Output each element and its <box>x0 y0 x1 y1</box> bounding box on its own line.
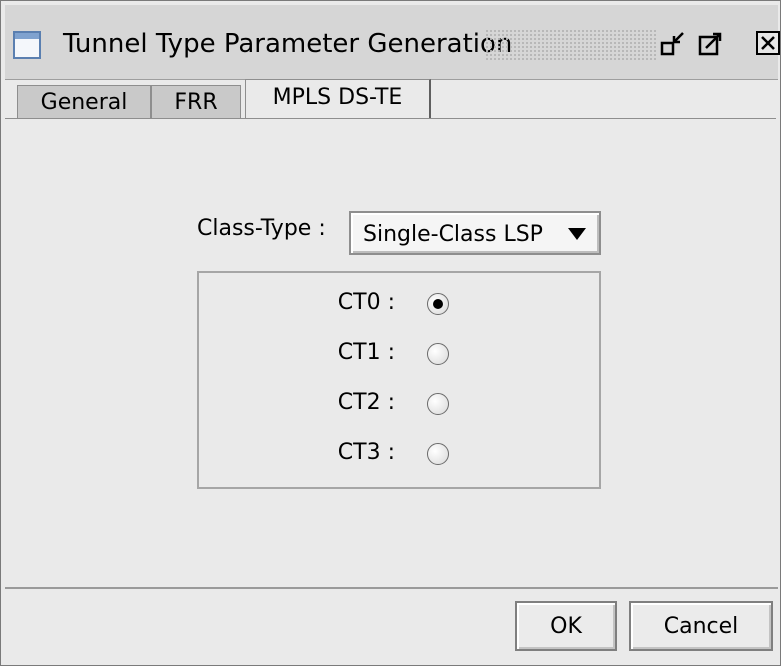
ct0-radio[interactable] <box>427 293 449 315</box>
ct0-label: CT0 : <box>337 290 395 315</box>
ct1-radio[interactable] <box>427 343 449 365</box>
ct3-radio[interactable] <box>427 443 449 465</box>
tab-content-panel: Class-Type : Single-Class LSP CT0 : CT1 … <box>5 118 776 589</box>
window-title: Tunnel Type Parameter Generation <box>63 29 513 59</box>
ct1-label: CT1 : <box>337 340 395 365</box>
ct-radio-group: CT0 : CT1 : CT2 : CT3 : <box>197 271 601 489</box>
ct2-label: CT2 : <box>337 390 395 415</box>
dialog-window: Tunnel Type Parameter Generation General… <box>0 0 781 666</box>
ct3-label: CT3 : <box>337 440 395 465</box>
ct2-row: CT2 : <box>199 387 599 421</box>
window-icon <box>13 31 41 59</box>
maximize-icon[interactable] <box>695 28 727 60</box>
tab-frr[interactable]: FRR <box>151 85 241 119</box>
tab-mpls-ds-te[interactable]: MPLS DS-TE <box>245 79 431 119</box>
ct2-radio[interactable] <box>427 393 449 415</box>
ok-button[interactable]: OK <box>515 601 617 651</box>
close-icon[interactable] <box>753 28 781 60</box>
title-bar-grip <box>485 29 657 61</box>
class-type-selected-value: Single-Class LSP <box>363 222 543 247</box>
tab-general[interactable]: General <box>17 85 151 119</box>
class-type-label: Class-Type : <box>197 216 326 241</box>
ct0-row: CT0 : <box>199 287 599 321</box>
minimize-icon[interactable] <box>657 28 689 60</box>
title-bar[interactable]: Tunnel Type Parameter Generation <box>5 5 781 80</box>
caret-down-icon <box>567 227 587 241</box>
ct1-row: CT1 : <box>199 337 599 371</box>
ct3-row: CT3 : <box>199 437 599 471</box>
footer-separator <box>5 587 778 589</box>
class-type-dropdown[interactable]: Single-Class LSP <box>349 211 601 255</box>
tab-strip: General FRR MPLS DS-TE <box>5 79 778 119</box>
cancel-button[interactable]: Cancel <box>629 601 773 651</box>
